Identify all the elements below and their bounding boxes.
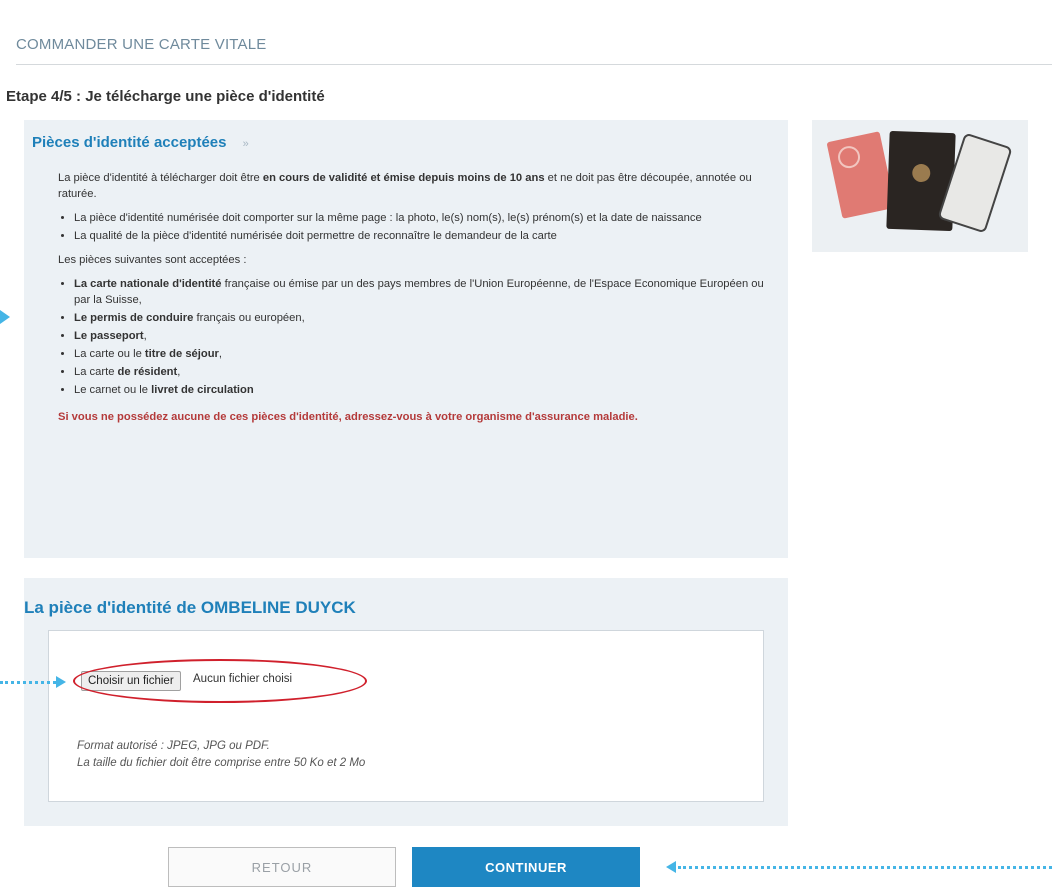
accepted-ids-title-text: Pièces d'identité acceptées [32, 134, 227, 151]
page-title: COMMANDER UNE CARTE VITALE [16, 36, 267, 53]
annotation-arrow-icon [666, 861, 676, 873]
accepted-intro: Les pièces suivantes sont acceptées : [58, 254, 247, 266]
file-hint: Format autorisé : JPEG, JPG ou PDF. La t… [77, 738, 365, 772]
annotation-arrow-icon [56, 676, 66, 688]
size-hint: La taille du fichier doit être comprise … [77, 757, 366, 769]
annotation-dotted-line [0, 681, 56, 684]
driving-licence-icon [826, 131, 896, 219]
annotation-dotted-line [678, 866, 1052, 869]
upload-title: La pièce d'identité de OMBELINE DUYCK [24, 598, 356, 617]
list-item: La carte ou le titre de séjour, [74, 346, 780, 362]
rules-list: La pièce d'identité numérisée doit compo… [58, 210, 780, 244]
upload-box: Choisir un fichier Aucun fichier choisi … [48, 630, 764, 802]
collapse-toggle-icon[interactable]: » [243, 138, 249, 150]
id-documents-image [812, 120, 1028, 252]
accepted-ids-panel: Pièces d'identité acceptées » La pièce d… [24, 120, 788, 558]
file-status: Aucun fichier choisi [193, 673, 293, 685]
list-item: La carte nationale d'identité française … [74, 276, 780, 308]
back-button[interactable]: RETOUR [168, 847, 396, 887]
step-title: Etape 4/5 : Je télécharge une pièce d'id… [6, 88, 325, 105]
list-item: La pièce d'identité numérisée doit compo… [74, 210, 780, 226]
format-hint: Format autorisé : JPEG, JPG ou PDF. [77, 740, 270, 752]
list-item: Le carnet ou le livret de circulation [74, 382, 780, 398]
accepted-ids-title[interactable]: Pièces d'identité acceptées » [32, 134, 249, 151]
list-item: Le passeport, [74, 328, 780, 344]
accepted-list: La carte nationale d'identité française … [58, 276, 780, 398]
list-item: Le permis de conduire français ou europé… [74, 310, 780, 326]
list-item: La qualité de la pièce d'identité numéri… [74, 228, 780, 244]
upload-panel: La pièce d'identité de OMBELINE DUYCK Ch… [24, 578, 788, 826]
list-item: La carte de résident, [74, 364, 780, 380]
choose-file-button[interactable]: Choisir un fichier [81, 671, 181, 691]
warning-message: Si vous ne possédez aucune de ces pièces… [58, 411, 638, 423]
title-divider [16, 64, 1052, 65]
annotation-arrow-icon [0, 310, 10, 324]
continue-button[interactable]: CONTINUER [412, 847, 640, 887]
intro-paragraph: La pièce d'identité à télécharger doit ê… [58, 172, 752, 200]
accepted-ids-body: La pièce d'identité à télécharger doit ê… [58, 170, 780, 435]
